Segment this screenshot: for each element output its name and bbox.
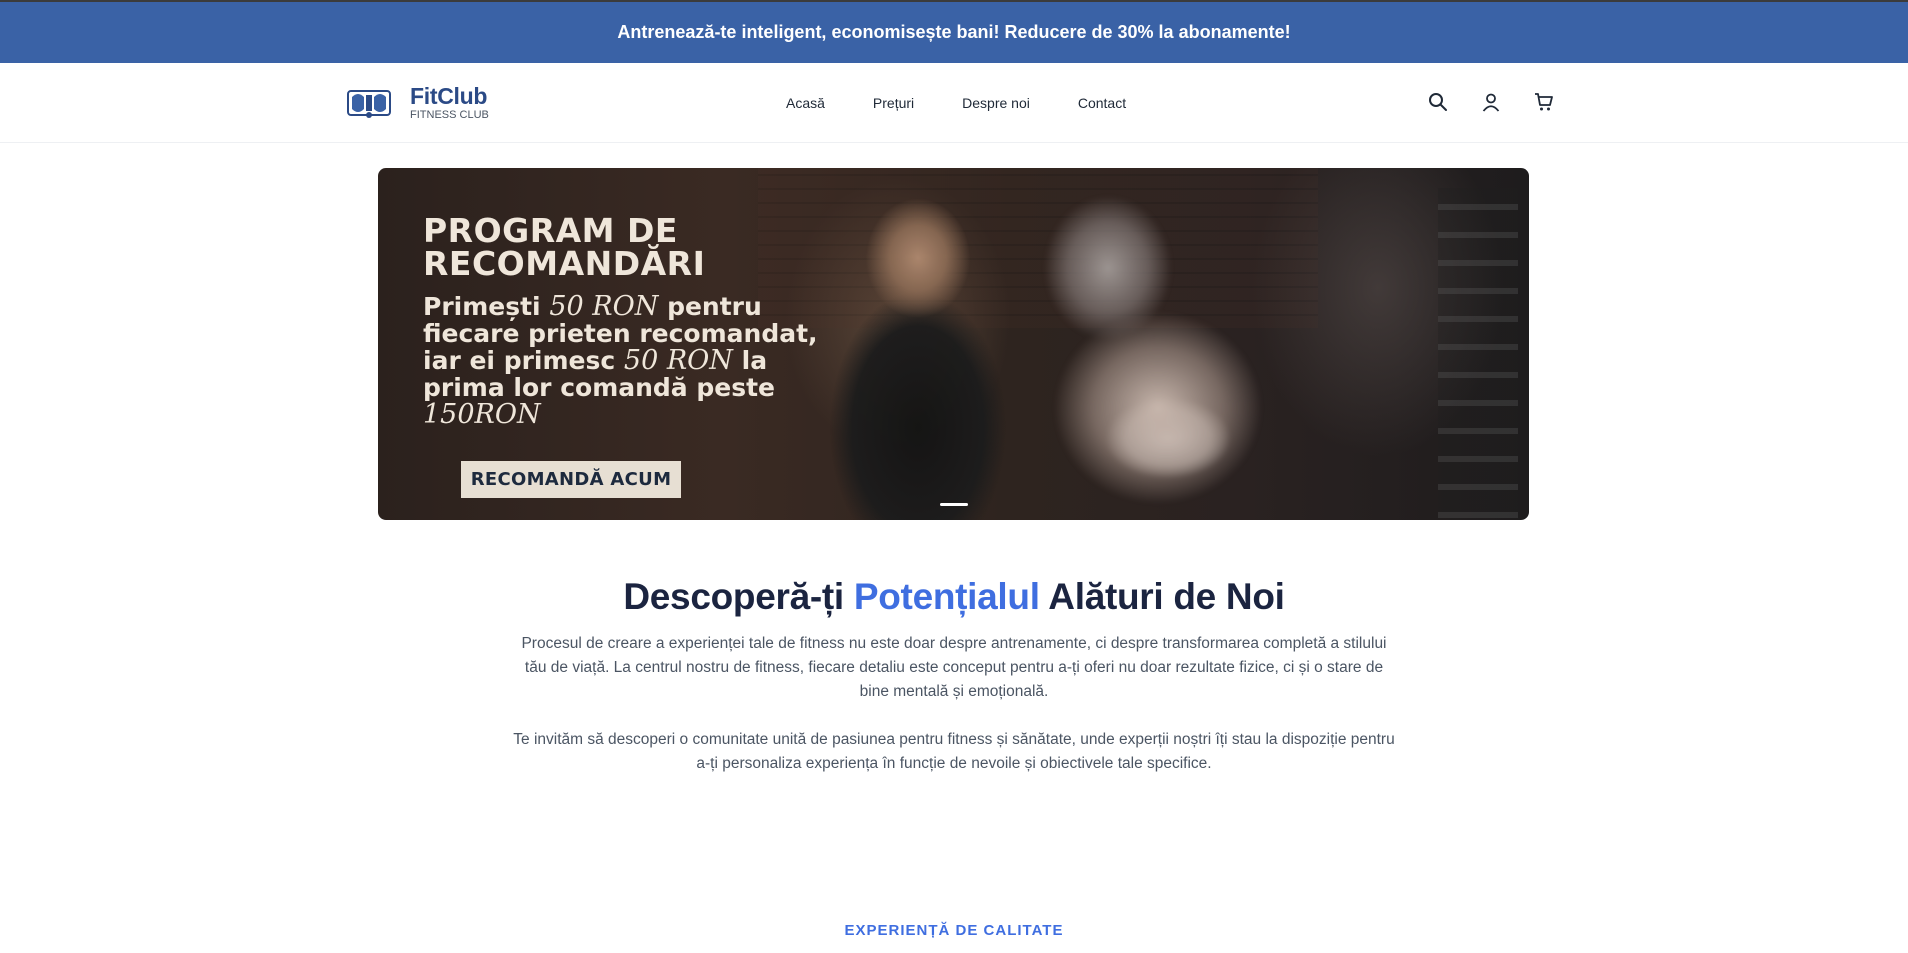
promo-banner: Antrenează-te inteligent, economisește b… xyxy=(0,2,1908,63)
logo-name: FitClub xyxy=(410,83,488,109)
hero-amount: 150RON xyxy=(423,399,541,430)
intro-title: Descoperă-ți Potențialul Alături de Noi xyxy=(0,576,1908,618)
nav-link-acasa[interactable]: Acasă xyxy=(786,95,825,111)
hero-body: Primești 50 RON pentru fiecare prieten r… xyxy=(423,293,823,428)
hero-carousel: PROGRAM DE RECOMANDĂRI Primești 50 RON p… xyxy=(378,168,1529,520)
hero-text: PROGRAM DE RECOMANDĂRI Primești 50 RON p… xyxy=(423,214,823,428)
hero-background-rack xyxy=(1438,188,1518,518)
intro-title-part: Alături de Noi xyxy=(1039,576,1285,617)
search-icon[interactable] xyxy=(1426,90,1450,114)
hero-body-part: Primești xyxy=(423,292,550,321)
nav-link-preturi[interactable]: Prețuri xyxy=(873,95,914,111)
hero-image-woman xyxy=(938,188,1318,520)
intro-section: Descoperă-ți Potențialul Alături de Noi … xyxy=(0,576,1908,776)
hero-title: PROGRAM DE RECOMANDĂRI xyxy=(423,214,823,280)
logo-subtitle: FITNESS CLUB xyxy=(410,109,489,121)
site-header: FitClub FITNESS CLUB Acasă Prețuri Despr… xyxy=(0,63,1908,143)
user-icon[interactable] xyxy=(1479,90,1503,114)
main-nav: Acasă Prețuri Despre noi Contact xyxy=(786,63,1126,143)
header-actions xyxy=(1426,90,1556,114)
hero-title-line2: RECOMANDĂRI xyxy=(423,244,706,283)
hero-title-line1: PROGRAM DE xyxy=(423,211,678,250)
promo-text: Antrenează-te inteligent, economisește b… xyxy=(617,22,1291,42)
intro-paragraph-2: Te invităm să descoperi o comunitate uni… xyxy=(513,731,1395,772)
intro-paragraph-1: Procesul de creare a experienței tale de… xyxy=(521,635,1387,700)
intro-title-accent: Potențialul xyxy=(853,576,1040,617)
logo[interactable]: FitClub FITNESS CLUB xyxy=(346,85,489,121)
recommend-now-button[interactable]: RECOMANDĂ ACUM xyxy=(461,461,681,498)
cart-icon[interactable] xyxy=(1532,90,1556,114)
logo-icon xyxy=(347,90,391,118)
section-eyebrow: EXPERIENȚĂ DE CALITATE xyxy=(844,922,1064,939)
hero-amount: 50 RON xyxy=(549,291,659,322)
intro-title-part: Descoperă-ți xyxy=(623,576,854,617)
carousel-indicator[interactable] xyxy=(940,503,968,506)
hero-amount: 50 RON xyxy=(623,345,733,376)
nav-link-despre-noi[interactable]: Despre noi xyxy=(962,95,1030,111)
nav-link-contact[interactable]: Contact xyxy=(1078,95,1126,111)
